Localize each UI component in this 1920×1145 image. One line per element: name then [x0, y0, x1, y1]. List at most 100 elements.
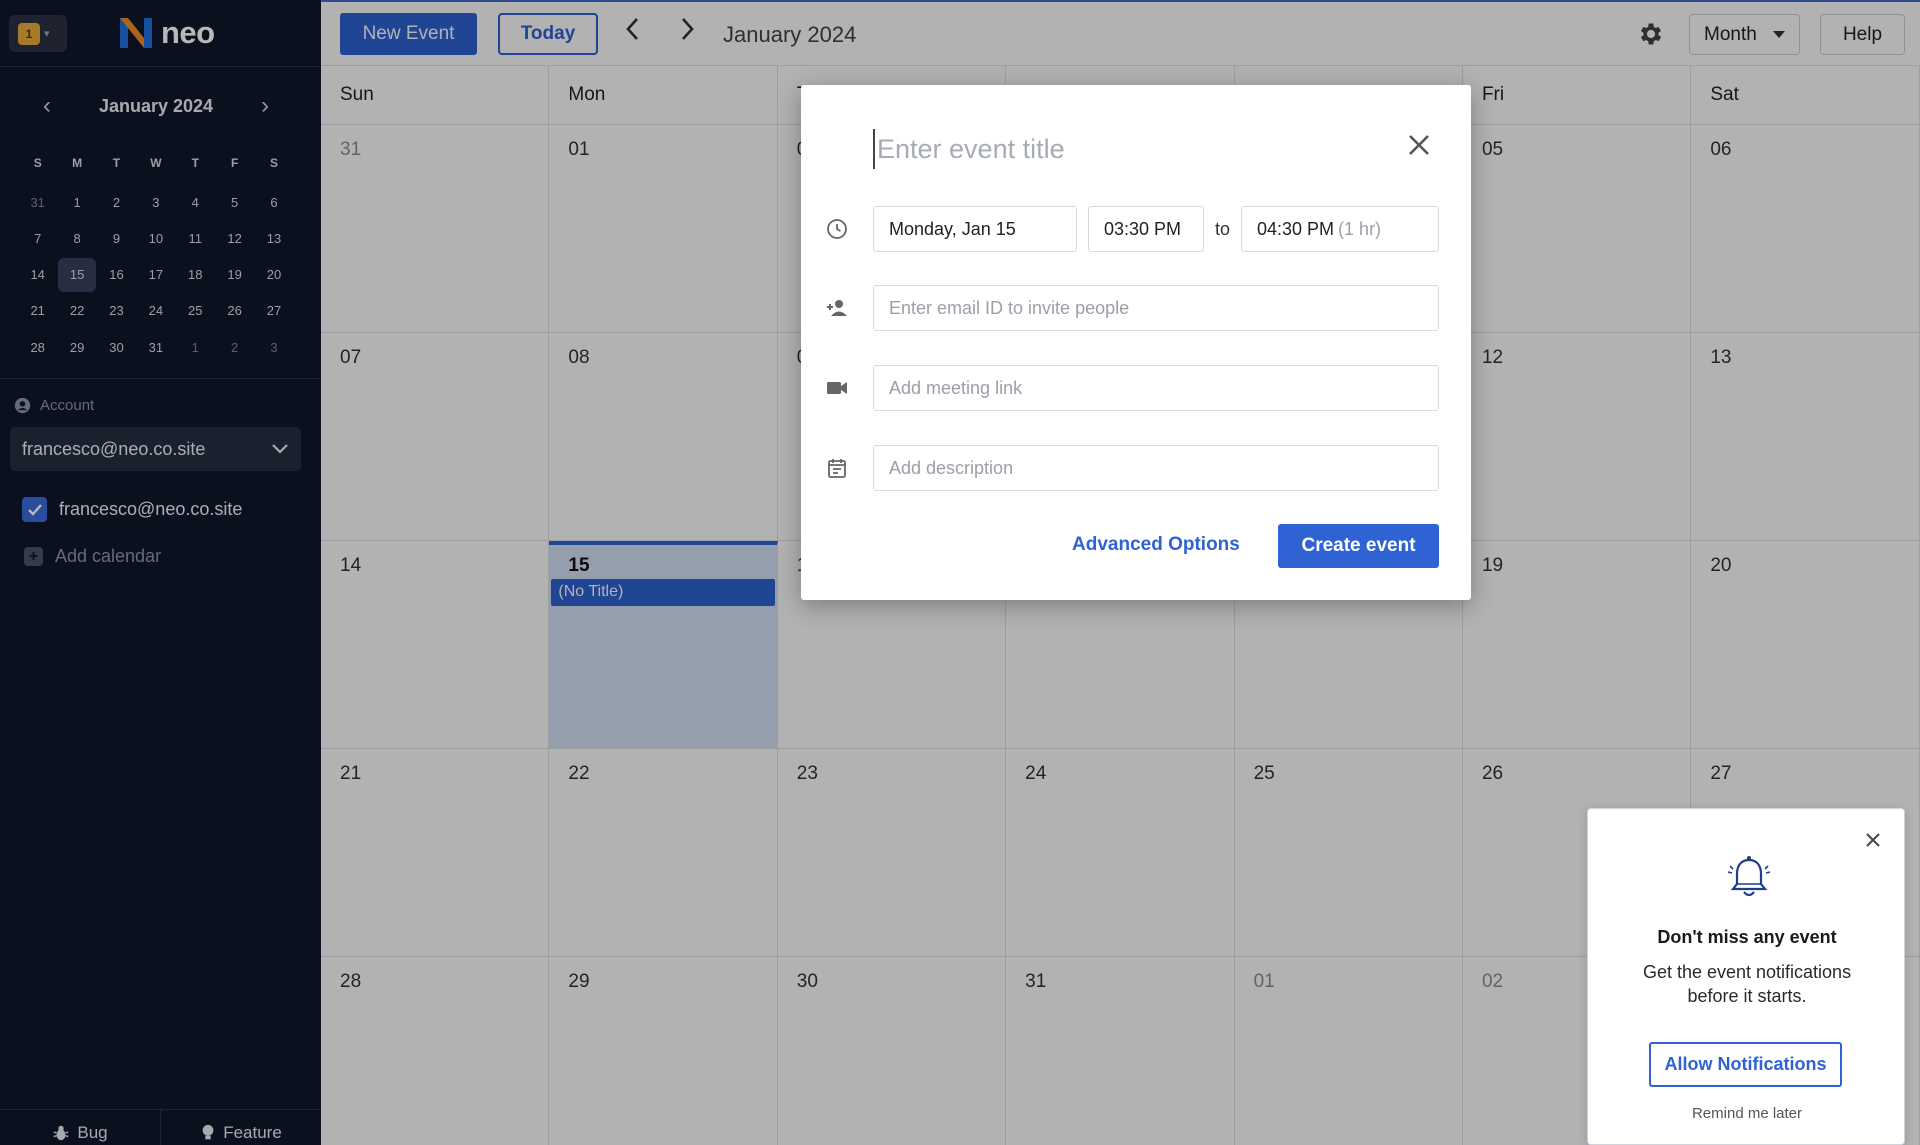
mini-calendar-day-number: 11	[188, 230, 203, 246]
mini-calendar-day-number: 21	[30, 303, 45, 319]
notification-prompt: Don't miss any event Get the event notif…	[1587, 808, 1905, 1145]
feature-request-button[interactable]: Feature	[161, 1110, 321, 1145]
mini-calendar-day[interactable]: 2	[97, 184, 136, 220]
mini-calendar-day[interactable]: 11	[176, 220, 215, 256]
video-camera-icon	[827, 382, 847, 394]
bell-icon	[1727, 856, 1771, 897]
mini-calendar-day-number: 3	[270, 339, 278, 355]
mini-calendar-day-number: 25	[188, 303, 203, 319]
mini-calendar-day-number: 16	[109, 267, 124, 283]
mini-calendar-prev-button[interactable]: ‹	[32, 92, 62, 122]
mini-calendar-day[interactable]: 25	[176, 293, 215, 329]
add-calendar-button[interactable]: + Add calendar	[24, 546, 161, 567]
notification-body: Get the event notifications before it st…	[1642, 962, 1852, 1006]
mini-calendar-grid: S M T W T F S 31 1 2 3 4 5 6 7 8 9 10 11 12 13 14 15 16 17 18 19 20…	[18, 148, 294, 365]
mini-calendar-day[interactable]: 22	[57, 293, 96, 329]
mini-calendar-day[interactable]: 28	[18, 329, 57, 365]
bug-report-button[interactable]: Bug	[0, 1110, 161, 1145]
mini-calendar-day-number: 14	[30, 267, 45, 283]
sidebar: 1 ▾ neo ‹ January 2024 › S M T W T F S 31 1 2 3 4 5 6…	[0, 0, 321, 1145]
mini-calendar-day[interactable]: 29	[57, 329, 96, 365]
neo-logo: neo	[117, 14, 215, 52]
calendar-app-icon: 1	[18, 22, 40, 45]
mini-calendar-day-number: 29	[69, 339, 85, 355]
mini-calendar-day[interactable]: 19	[215, 257, 254, 293]
mini-calendar-day[interactable]: 16	[97, 257, 136, 293]
mini-calendar-day[interactable]: 17	[136, 257, 175, 293]
close-icon[interactable]	[1401, 127, 1437, 163]
event-title-input[interactable]	[873, 129, 1393, 169]
mini-calendar-day[interactable]: 4	[176, 184, 215, 220]
mini-calendar-day[interactable]: 3	[254, 329, 293, 365]
mini-calendar-day[interactable]: 1	[57, 184, 96, 220]
mini-calendar-day[interactable]: 2	[215, 329, 254, 365]
start-time-field[interactable]: 03:30 PM	[1088, 206, 1204, 252]
account-select[interactable]: francesco@neo.co.site	[10, 427, 301, 471]
mini-calendar-day[interactable]: 30	[97, 329, 136, 365]
mini-calendar-weekday: W	[150, 156, 162, 170]
mini-calendar-weekday: T	[191, 156, 199, 170]
invite-email-input[interactable]: Enter email ID to invite people	[873, 285, 1439, 331]
mini-calendar-day[interactable]: 13	[254, 220, 293, 256]
mini-calendar-day[interactable]: 10	[136, 220, 175, 256]
lightbulb-icon	[202, 1124, 214, 1139]
chevron-down-icon: ▾	[44, 28, 50, 40]
mini-calendar-day[interactable]: 12	[215, 220, 254, 256]
mini-calendar-day[interactable]: 6	[254, 184, 293, 220]
mini-calendar-day-number: 17	[148, 267, 164, 283]
mini-calendar-day[interactable]: 27	[254, 293, 293, 329]
mini-calendar-day-number: 1	[191, 339, 199, 355]
allow-notifications-button[interactable]: Allow Notifications	[1649, 1042, 1842, 1087]
mini-calendar-day-number: 2	[112, 194, 121, 210]
mini-calendar-day[interactable]: 7	[18, 220, 57, 256]
create-event-button[interactable]: Create event	[1278, 524, 1439, 568]
chevron-down-icon	[272, 444, 288, 454]
calendar-list-item[interactable]: francesco@neo.co.site	[22, 497, 242, 522]
mini-calendar-day-number: 20	[266, 267, 282, 283]
mini-calendar-day[interactable]: 1	[176, 329, 215, 365]
mini-calendar-day[interactable]: 18	[176, 257, 215, 293]
account-icon	[14, 397, 31, 414]
mini-calendar-weekday: S	[33, 156, 42, 170]
checkmark-icon	[27, 503, 42, 516]
mini-calendar-day-number: 24	[148, 303, 164, 319]
event-date-field[interactable]: Monday, Jan 15	[873, 206, 1077, 252]
mini-calendar-day[interactable]: 24	[136, 293, 175, 329]
mini-calendar-day[interactable]: 14	[18, 257, 57, 293]
mini-calendar-day[interactable]: 5	[215, 184, 254, 220]
mini-calendar-day-selected[interactable]: 15	[57, 257, 97, 293]
calendar-icon	[828, 459, 846, 478]
mini-calendar-day-number: 27	[266, 303, 282, 319]
mini-calendar-day[interactable]: 20	[254, 257, 293, 293]
calendar-checkbox[interactable]	[22, 497, 47, 522]
mini-calendar-day[interactable]: 31	[136, 329, 175, 365]
feature-label: Feature	[223, 1122, 282, 1142]
mini-calendar-day[interactable]: 9	[97, 220, 136, 256]
to-label: to	[1215, 219, 1231, 239]
mini-calendar-day-number: 1	[73, 194, 81, 210]
mini-calendar-day-number: 15	[58, 257, 97, 292]
mini-calendar-day[interactable]: 3	[136, 184, 175, 220]
mini-calendar-day-number: 5	[231, 194, 239, 210]
mini-calendar-day[interactable]: 21	[18, 293, 57, 329]
description-input[interactable]: Add description	[873, 445, 1439, 491]
mini-calendar-day[interactable]: 8	[57, 220, 96, 256]
bug-icon	[53, 1125, 69, 1140]
duration-label: (1 hr)	[1338, 218, 1382, 239]
mini-calendar-day[interactable]: 23	[97, 293, 136, 329]
mini-calendar-day-number: 12	[227, 230, 242, 246]
mini-calendar-day[interactable]: 26	[215, 293, 254, 329]
meeting-link-input[interactable]: Add meeting link	[873, 365, 1439, 411]
bug-label: Bug	[77, 1122, 108, 1142]
mini-calendar-day-number: 7	[34, 230, 42, 246]
mini-calendar-next-button[interactable]: ›	[250, 92, 280, 122]
mini-calendar-day-number: 3	[152, 194, 160, 210]
remind-later-link[interactable]: Remind me later	[1588, 1105, 1906, 1122]
mini-calendar-day-number: 30	[109, 339, 124, 355]
end-time-field[interactable]: 04:30 PM (1 hr)	[1241, 206, 1439, 252]
app-switcher[interactable]: 1 ▾	[9, 15, 67, 52]
close-icon[interactable]	[1863, 830, 1883, 850]
advanced-options-button[interactable]: Advanced Options	[1072, 534, 1240, 556]
mini-calendar-day-number: 31	[30, 194, 45, 210]
mini-calendar-day[interactable]: 31	[18, 184, 57, 220]
